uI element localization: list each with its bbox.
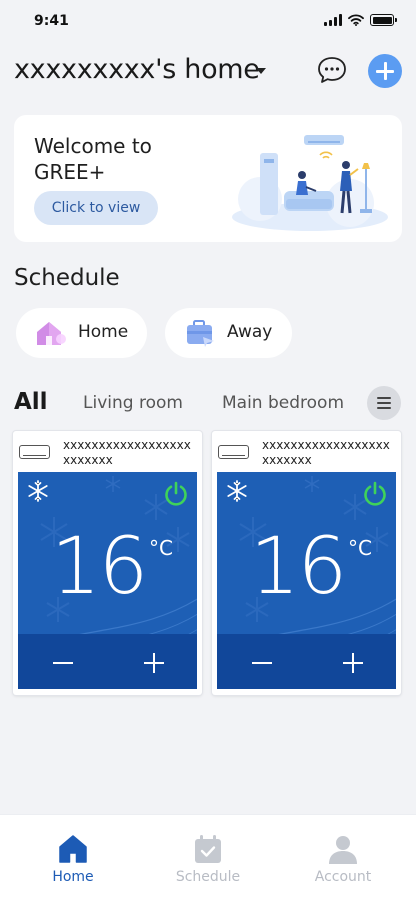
welcome-title: Welcome to GREE+: [34, 134, 152, 184]
person-icon: [329, 836, 357, 864]
home-icon: [59, 835, 87, 863]
snowflake-mode-icon[interactable]: [226, 480, 248, 502]
add-device-button[interactable]: [368, 54, 402, 88]
caret-down-icon[interactable]: [256, 68, 266, 74]
device-card[interactable]: xxxxxxxxxxxxxxxxxxxxxxxxx 16 °C: [13, 431, 202, 695]
calendar-check-icon: [195, 835, 221, 863]
device-control-panel[interactable]: 16 °C: [217, 472, 396, 689]
device-name: xxxxxxxxxxxxxxxxxxxxxxxxx: [63, 438, 191, 467]
status-bar: 9:41: [0, 0, 416, 44]
panel-control-bar: [217, 634, 396, 689]
click-to-view-button[interactable]: Click to view: [34, 191, 158, 225]
device-card[interactable]: xxxxxxxxxxxxxxxxxxxxxxxxx 16 °C: [212, 431, 401, 695]
device-header: xxxxxxxxxxxxxxxxxxxxxxxxx: [217, 435, 397, 471]
air-conditioner-icon: [218, 445, 249, 459]
decrease-temperature-button[interactable]: [252, 662, 272, 664]
power-icon[interactable]: [163, 481, 189, 507]
device-header: xxxxxxxxxxxxxxxxxxxxxxxxx: [18, 435, 198, 471]
battery-icon: [370, 14, 397, 26]
nav-home-label: Home: [52, 869, 94, 885]
tab-main-bedroom[interactable]: Main bedroom: [222, 393, 344, 413]
temperature-unit: °C: [348, 536, 372, 560]
scene-home-button[interactable]: Home: [16, 308, 147, 358]
nav-account[interactable]: Account: [283, 815, 403, 900]
nav-schedule[interactable]: Schedule: [148, 815, 268, 900]
decrease-temperature-button[interactable]: [53, 662, 73, 664]
scene-home-label: Home: [78, 322, 129, 342]
temperature-unit: °C: [149, 536, 173, 560]
status-icons: [324, 14, 397, 26]
nav-home[interactable]: Home: [13, 815, 133, 900]
air-conditioner-icon: [19, 445, 50, 459]
status-time: 9:41: [34, 13, 69, 29]
welcome-illustration: [232, 135, 388, 231]
device-control-panel[interactable]: 16 °C: [18, 472, 197, 689]
tab-living-room[interactable]: Living room: [83, 393, 183, 413]
temperature-value: 16: [51, 522, 148, 612]
scene-away-label: Away: [227, 322, 273, 342]
welcome-card[interactable]: Welcome to GREE+ Click to view: [14, 115, 402, 242]
home-name-selector[interactable]: xxxxxxxxx's home: [14, 54, 260, 85]
panel-control-bar: [18, 634, 197, 689]
message-icon[interactable]: [316, 55, 348, 85]
schedule-title: Schedule: [14, 265, 120, 291]
bottom-nav: Home Schedule Account: [0, 814, 416, 900]
suitcase-scene-icon: [187, 320, 214, 347]
snowflake-mode-icon[interactable]: [27, 480, 49, 502]
room-menu-button[interactable]: [367, 386, 401, 420]
increase-temperature-button[interactable]: [144, 653, 164, 673]
temperature-value: 16: [250, 522, 347, 612]
power-icon[interactable]: [362, 481, 388, 507]
scene-away-button[interactable]: Away: [165, 308, 292, 358]
tab-all[interactable]: All: [14, 389, 48, 415]
house-scene-icon: [37, 322, 66, 345]
device-name: xxxxxxxxxxxxxxxxxxxxxxxxx: [262, 438, 390, 467]
increase-temperature-button[interactable]: [343, 653, 363, 673]
nav-schedule-label: Schedule: [175, 869, 241, 885]
nav-account-label: Account: [314, 869, 372, 885]
wifi-icon: [348, 14, 364, 26]
cellular-signal-icon: [324, 14, 342, 26]
home-header: xxxxxxxxx's home: [14, 50, 404, 94]
